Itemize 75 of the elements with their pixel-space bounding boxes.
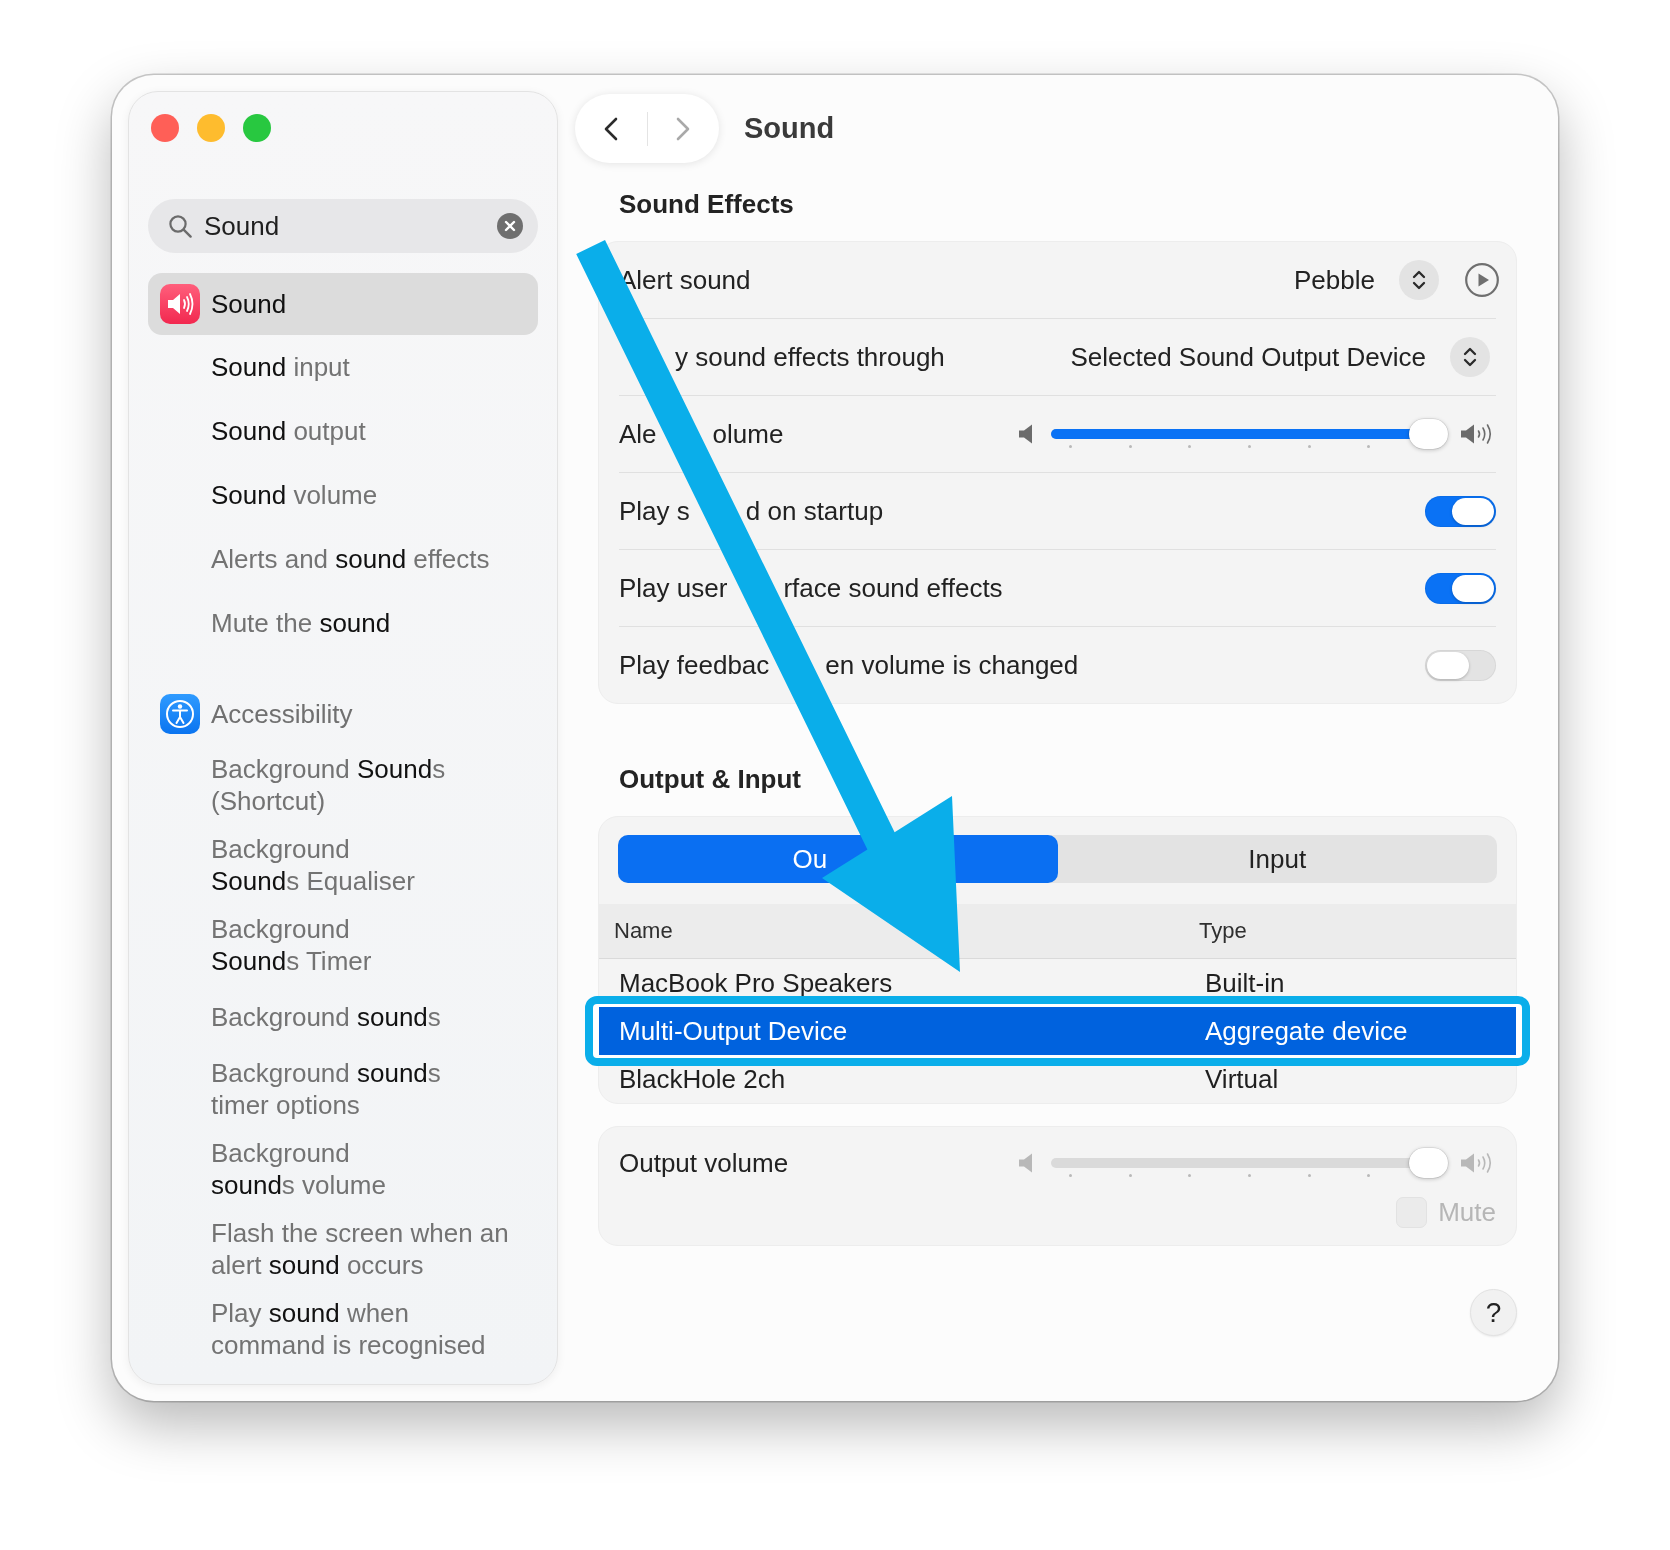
setting-label: en volume is changed <box>825 649 1079 681</box>
sidebar-item[interactable]: Sound <box>148 273 538 335</box>
toggle-switch[interactable] <box>1425 572 1496 604</box>
toggle-switch[interactable] <box>1425 649 1496 681</box>
tick-mark <box>1128 1174 1132 1177</box>
table-cell[interactable]: BlackHole 2ch <box>619 1067 786 1091</box>
table-cell[interactable]: Built-in <box>1205 971 1285 995</box>
tab[interactable]: Input <box>1057 835 1497 883</box>
column-header[interactable]: Type <box>1199 918 1247 944</box>
sidebar-item[interactable]: Mute the sound <box>148 591 538 655</box>
sidebar-item[interactable]: Sound volume <box>148 463 538 527</box>
tick-mark <box>1188 445 1192 448</box>
speaker-icon <box>160 284 200 324</box>
sidebar-item[interactable]: Background sounds timer options <box>148 1049 538 1129</box>
chevron-right-icon <box>676 116 691 141</box>
setting-label: olume <box>712 418 784 450</box>
tick-mark <box>1188 1174 1192 1177</box>
setting-label: y sound effects through <box>675 341 945 373</box>
table-row[interactable]: Multi-Output Device Aggregate device <box>599 1007 1516 1055</box>
sidebar-item[interactable]: Alerts and sound effects <box>148 527 538 591</box>
clear-icon[interactable] <box>497 213 523 239</box>
accessibility-icon <box>160 694 200 734</box>
column-header[interactable]: Name <box>614 918 673 944</box>
sidebar-item[interactable]: Background sounds volume <box>148 1129 538 1209</box>
setting-label: Play s <box>619 495 690 527</box>
sidebar-item[interactable]: Flash the screen when an alert sound occurs <box>148 1209 538 1289</box>
search-icon <box>168 214 192 238</box>
chevron-left-icon <box>603 116 618 141</box>
tick-mark <box>1069 1174 1072 1177</box>
up-down-chevron-icon <box>1399 260 1439 300</box>
up-down-chevron-icon <box>1450 337 1490 377</box>
sidebar-item[interactable]: Background Sounds Timer <box>148 905 538 985</box>
zoom-button[interactable] <box>243 114 271 142</box>
table-cell: Aggregate device <box>1205 1019 1408 1043</box>
sidebar-item[interactable]: Background sounds <box>148 985 538 1049</box>
close-button[interactable] <box>151 114 179 142</box>
toggle-switch[interactable] <box>1425 495 1496 527</box>
table-cell[interactable]: MacBook Pro Speakers <box>619 971 893 995</box>
section-heading: Sound Effects <box>618 189 795 219</box>
sidebar-item[interactable]: Sound output <box>148 399 538 463</box>
play-button[interactable] <box>1465 263 1499 297</box>
sidebar-item[interactable]: Background Sounds (Shortcut) <box>148 745 538 825</box>
slider-thumb[interactable] <box>1409 419 1448 449</box>
setting-label: d on startup <box>745 495 884 527</box>
setting-label: Play user <box>619 572 728 604</box>
slider-track[interactable] <box>1051 419 1448 449</box>
setting-label: Play feedbac <box>619 649 770 681</box>
section-heading: Output & Input <box>618 764 802 794</box>
tick-mark <box>1248 445 1251 448</box>
speaker-icon <box>1019 1153 1035 1173</box>
sidebar-item[interactable]: Background Sounds Equaliser <box>148 825 538 905</box>
help-button[interactable]: ? <box>1470 1289 1517 1336</box>
sidebar-item[interactable]: Sound input <box>148 335 538 399</box>
tick-mark <box>1248 1174 1251 1177</box>
setting-label: Ale <box>619 418 657 450</box>
tick-mark <box>1367 1174 1371 1177</box>
tick-mark <box>1367 445 1371 448</box>
popup-button[interactable]: Selected Sound Output Device <box>1070 337 1490 377</box>
sidebar-item[interactable]: Play sound when command is recognised <box>148 1289 538 1369</box>
play-icon <box>1465 263 1499 297</box>
checkbox-label: Mute <box>1438 1196 1496 1228</box>
page-title: Sound <box>744 112 835 145</box>
tick-mark <box>1128 445 1132 448</box>
tick-mark <box>1069 445 1072 448</box>
popup-button[interactable]: Pebble <box>1294 260 1439 300</box>
table-cell[interactable]: Virtual <box>1205 1067 1279 1091</box>
setting-label: Output volume <box>619 1147 789 1179</box>
tick-mark <box>1307 445 1311 448</box>
setting-label: rface sound effects <box>783 572 1003 604</box>
tick-mark <box>1307 1174 1311 1177</box>
speaker-icon <box>1019 424 1035 444</box>
sidebar-item[interactable]: Accessibility <box>148 683 538 745</box>
minimize-button[interactable] <box>197 114 225 142</box>
table-cell: Multi-Output Device <box>619 1019 848 1043</box>
search-field[interactable]: Sound <box>148 199 538 253</box>
